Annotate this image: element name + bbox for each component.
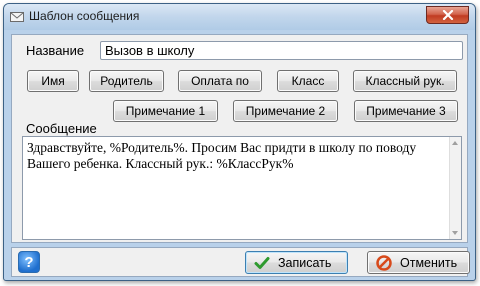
help-button[interactable]: ? [18,251,40,273]
cancel-label: Отменить [400,255,458,270]
save-button[interactable]: Записать [245,251,348,274]
checkmark-icon [254,256,270,269]
scroll-up-icon[interactable] [452,141,458,145]
cancel-icon [376,254,392,271]
window-title: Шаблон сообщения [29,9,140,23]
insert-parent-button[interactable]: Родитель [89,70,164,92]
close-icon [442,10,453,20]
message-scrollbar[interactable] [449,137,461,239]
name-label: Название [26,43,85,58]
note-1-button[interactable]: Примечание 1 [113,100,218,122]
insert-payment-button[interactable]: Оплата по [178,70,262,92]
insert-class-button[interactable]: Класс [277,70,339,92]
note-2-button[interactable]: Примечание 2 [233,100,338,122]
insert-name-button[interactable]: Имя [27,70,79,92]
form-panel: Название Вызов в школу Имя Родитель Опла… [11,34,468,243]
message-textarea[interactable]: Здравствуйте, %Родитель%. Просим Вас при… [22,136,462,240]
name-input[interactable]: Вызов в школу [100,41,463,60]
note-3-button[interactable]: Примечание 3 [354,100,458,122]
title-bar[interactable]: Шаблон сообщения [4,4,475,30]
cancel-button[interactable]: Отменить [367,251,470,274]
scroll-down-icon[interactable] [452,231,458,235]
dialog-window: Шаблон сообщения Название Вызов в школу … [3,3,476,281]
envelope-icon [10,12,24,22]
save-label: Записать [278,255,332,270]
close-button[interactable] [426,6,469,24]
insert-teacher-button[interactable]: Классный рук. [353,70,457,92]
message-label: Сообщение [26,121,97,136]
action-bar: ? Записать Отменить [11,247,470,277]
message-text: Здравствуйте, %Родитель%. Просим Вас при… [27,140,417,171]
